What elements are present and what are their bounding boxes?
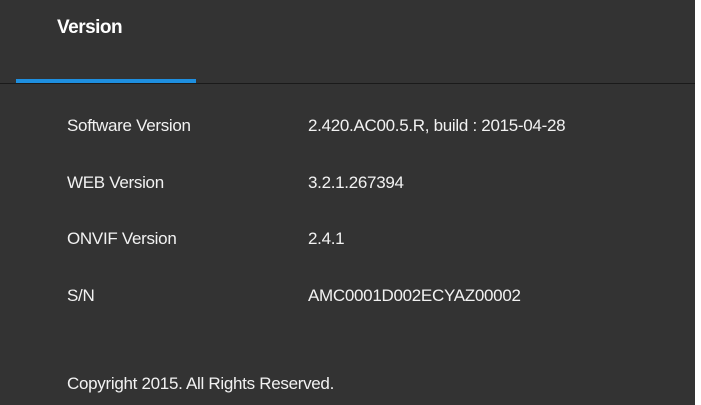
copyright-text: Copyright 2015. All Rights Reserved. — [67, 374, 335, 393]
software-version-value: 2.420.AC00.5.R, build : 2015-04-28 — [308, 116, 566, 135]
tab-strip: Version — [0, 0, 695, 84]
version-panel: Version Software Version 2.420.AC00.5.R,… — [0, 0, 695, 405]
active-tab-indicator — [16, 79, 196, 83]
software-version-label: Software Version — [67, 116, 191, 135]
software-version-row: Software Version 2.420.AC00.5.R, build :… — [0, 116, 695, 146]
web-version-value: 3.2.1.267394 — [308, 173, 404, 192]
serial-number-label: S/N — [67, 286, 95, 305]
web-version-row: WEB Version 3.2.1.267394 — [0, 173, 695, 203]
web-version-label: WEB Version — [67, 173, 164, 192]
tab-version[interactable]: Version — [16, 0, 196, 83]
onvif-version-row: ONVIF Version 2.4.1 — [0, 229, 695, 259]
onvif-version-value: 2.4.1 — [308, 229, 345, 248]
onvif-version-label: ONVIF Version — [67, 229, 177, 248]
serial-number-row: S/N AMC0001D002ECYAZ00002 — [0, 286, 695, 316]
serial-number-value: AMC0001D002ECYAZ00002 — [308, 286, 521, 305]
tab-version-label: Version — [57, 17, 123, 38]
